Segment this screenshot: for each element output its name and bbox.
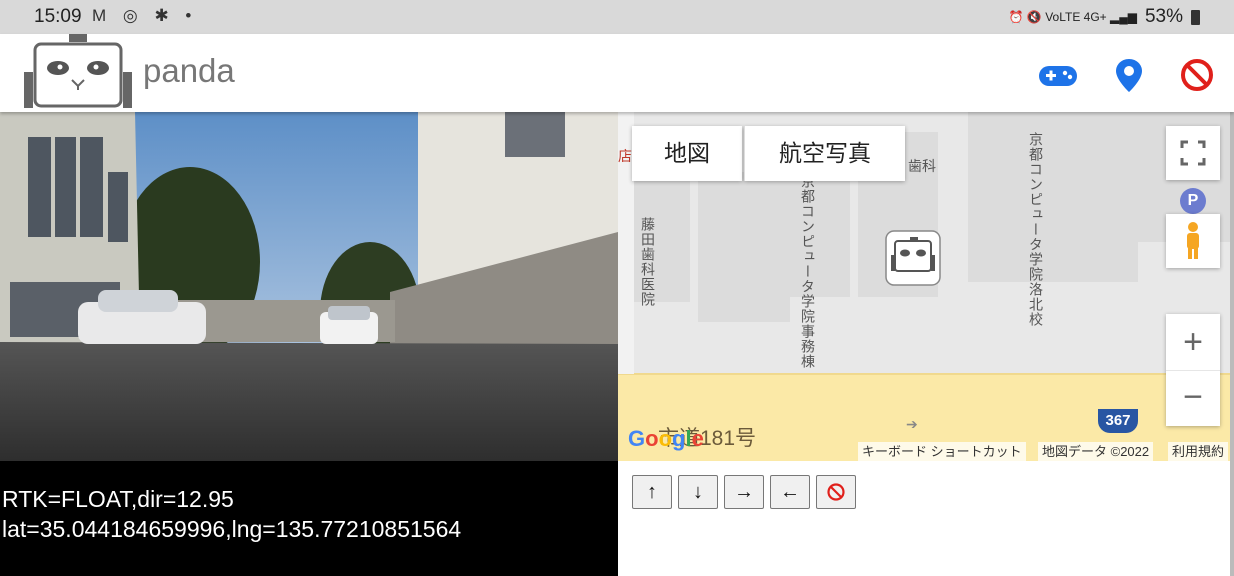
- turn-left-button[interactable]: ←: [770, 475, 810, 509]
- zoom-in-button[interactable]: +: [1166, 314, 1220, 371]
- notification-icons: M ◎ ✱ •: [92, 6, 198, 25]
- app-title: panda: [143, 52, 235, 89]
- stop-icon[interactable]: [1178, 56, 1216, 94]
- terms-link[interactable]: 利用規約: [1168, 442, 1229, 461]
- camera-image: [0, 112, 618, 461]
- gamepad-icon[interactable]: [1037, 56, 1079, 94]
- robot-marker-icon[interactable]: [884, 229, 942, 287]
- pegman-icon: [1187, 222, 1199, 259]
- stop-button[interactable]: [816, 475, 856, 509]
- dental-label: 歯科: [908, 158, 936, 174]
- system-icons: ⏰ 🔇 VoLTE 4G+ ▂▄▆: [1008, 10, 1137, 24]
- zoom-out-button[interactable]: −: [1166, 371, 1220, 426]
- building-label-school: 京都コンピュータ学院洛北校: [1028, 132, 1044, 327]
- map-type-satellite-button[interactable]: 航空写真: [744, 126, 905, 181]
- panda-robot-logo-icon: [24, 34, 132, 108]
- parking-icon: P: [1180, 188, 1206, 214]
- battery-icon: [1191, 9, 1200, 25]
- building-label-fujita: 藤田歯科医院: [640, 217, 656, 307]
- page-scrollbar[interactable]: [1230, 112, 1234, 576]
- map-data-attribution: 地図データ ©2022: [1038, 442, 1154, 461]
- status-bar: 15:09 M ◎ ✱ • ⏰ 🔇 VoLTE 4G+ ▂▄▆ 53%: [0, 0, 1234, 34]
- fullscreen-icon: [1180, 140, 1206, 166]
- lat-lng-text: lat=35.044184659996,lng=135.77210851564: [2, 516, 462, 542]
- route-shield: 367: [1098, 409, 1138, 433]
- drive-controls: ↑ ↓ → ←: [618, 461, 1230, 576]
- zoom-controls: + −: [1166, 314, 1220, 426]
- fullscreen-button[interactable]: [1166, 126, 1220, 180]
- turn-right-button[interactable]: →: [724, 475, 764, 509]
- map-type-map-button[interactable]: 地図: [632, 126, 742, 181]
- map-view[interactable]: 店 歯科 藤田歯科医院 京都コンピュータ学院事務棟 京都コンピュータ学院洛北校 …: [618, 112, 1230, 461]
- location-pin-icon[interactable]: [1110, 56, 1148, 94]
- system-status: ⏰ 🔇 VoLTE 4G+ ▂▄▆ 53%: [1009, 6, 1200, 28]
- app-header: panda: [0, 34, 1234, 112]
- rtk-status-text: RTK=FLOAT,dir=12.95: [2, 486, 234, 512]
- backward-button[interactable]: ↓: [678, 475, 718, 509]
- stop-icon: [827, 483, 845, 501]
- street-view-pegman-button[interactable]: [1166, 214, 1220, 268]
- google-logo: Google: [628, 426, 704, 451]
- telemetry-panel: RTK=FLOAT,dir=12.95 lat=35.044184659996,…: [0, 461, 618, 576]
- building-label-office: 京都コンピュータ学院事務棟: [800, 174, 816, 369]
- keyboard-shortcuts-link[interactable]: キーボード ショートカット: [858, 442, 1026, 461]
- road-arrow-icon: ➔: [906, 416, 918, 432]
- forward-button[interactable]: ↑: [632, 475, 672, 509]
- shop-label: 店: [618, 148, 632, 164]
- status-time: 15:09: [34, 6, 82, 27]
- battery-percent: 53%: [1144, 6, 1183, 27]
- camera-feed: [0, 112, 618, 461]
